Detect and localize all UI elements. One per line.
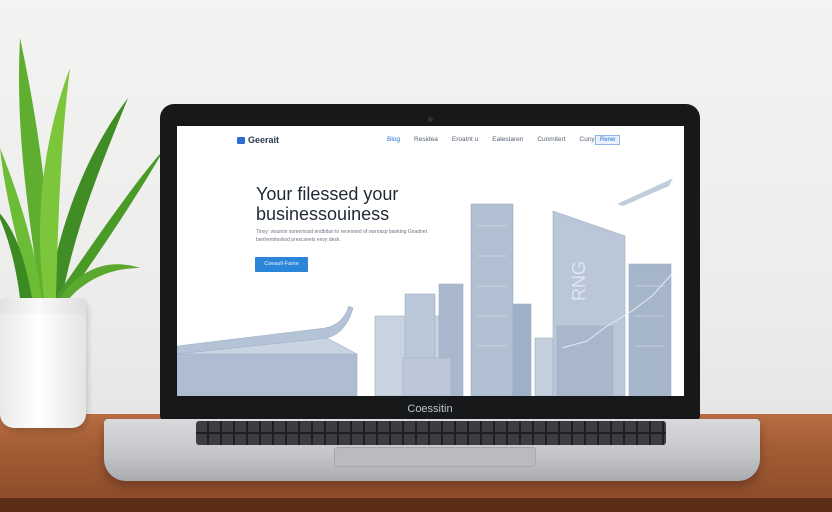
svg-text:RNG: RNG bbox=[569, 261, 589, 301]
nav-link-6[interactable]: Cuny bbox=[580, 136, 595, 143]
cta-button[interactable]: Coeaull-Fame bbox=[255, 257, 308, 272]
site-logo[interactable]: Geerait bbox=[237, 135, 279, 145]
laptop-brand: Coessitin bbox=[407, 403, 453, 415]
logo-icon bbox=[237, 137, 245, 144]
nav-button[interactable]: Renw bbox=[595, 135, 621, 145]
city-illustration: RNG bbox=[177, 178, 673, 396]
nav-link-blog[interactable]: Blog bbox=[387, 136, 400, 143]
plant-pot bbox=[0, 298, 86, 428]
nav-link-5[interactable]: Cunmitert bbox=[537, 136, 565, 143]
camera-icon bbox=[428, 117, 433, 122]
site-nav: Geerait Blog Residea Eroatnt u Ealestare… bbox=[177, 126, 684, 154]
trackpad[interactable] bbox=[334, 447, 536, 467]
hero-subtitle: Tinvy: visuinte somemssd endbltan to ren… bbox=[256, 229, 428, 243]
plant-icon bbox=[0, 38, 165, 300]
keyboard[interactable] bbox=[196, 421, 666, 445]
nav-link-4[interactable]: Ealestaren bbox=[492, 136, 523, 143]
nav-links: Blog Residea Eroatnt u Ealestaren Cunmit… bbox=[387, 136, 609, 143]
laptop-screen: RNG Geerait Blog Residea Eroatnt u Eales… bbox=[177, 126, 684, 396]
hero-title: Your filessed your businessouiness bbox=[256, 184, 399, 224]
nav-link-3[interactable]: Eroatnt u bbox=[452, 136, 478, 143]
nav-link-2[interactable]: Residea bbox=[414, 136, 438, 143]
logo-text: Geerait bbox=[248, 135, 280, 145]
